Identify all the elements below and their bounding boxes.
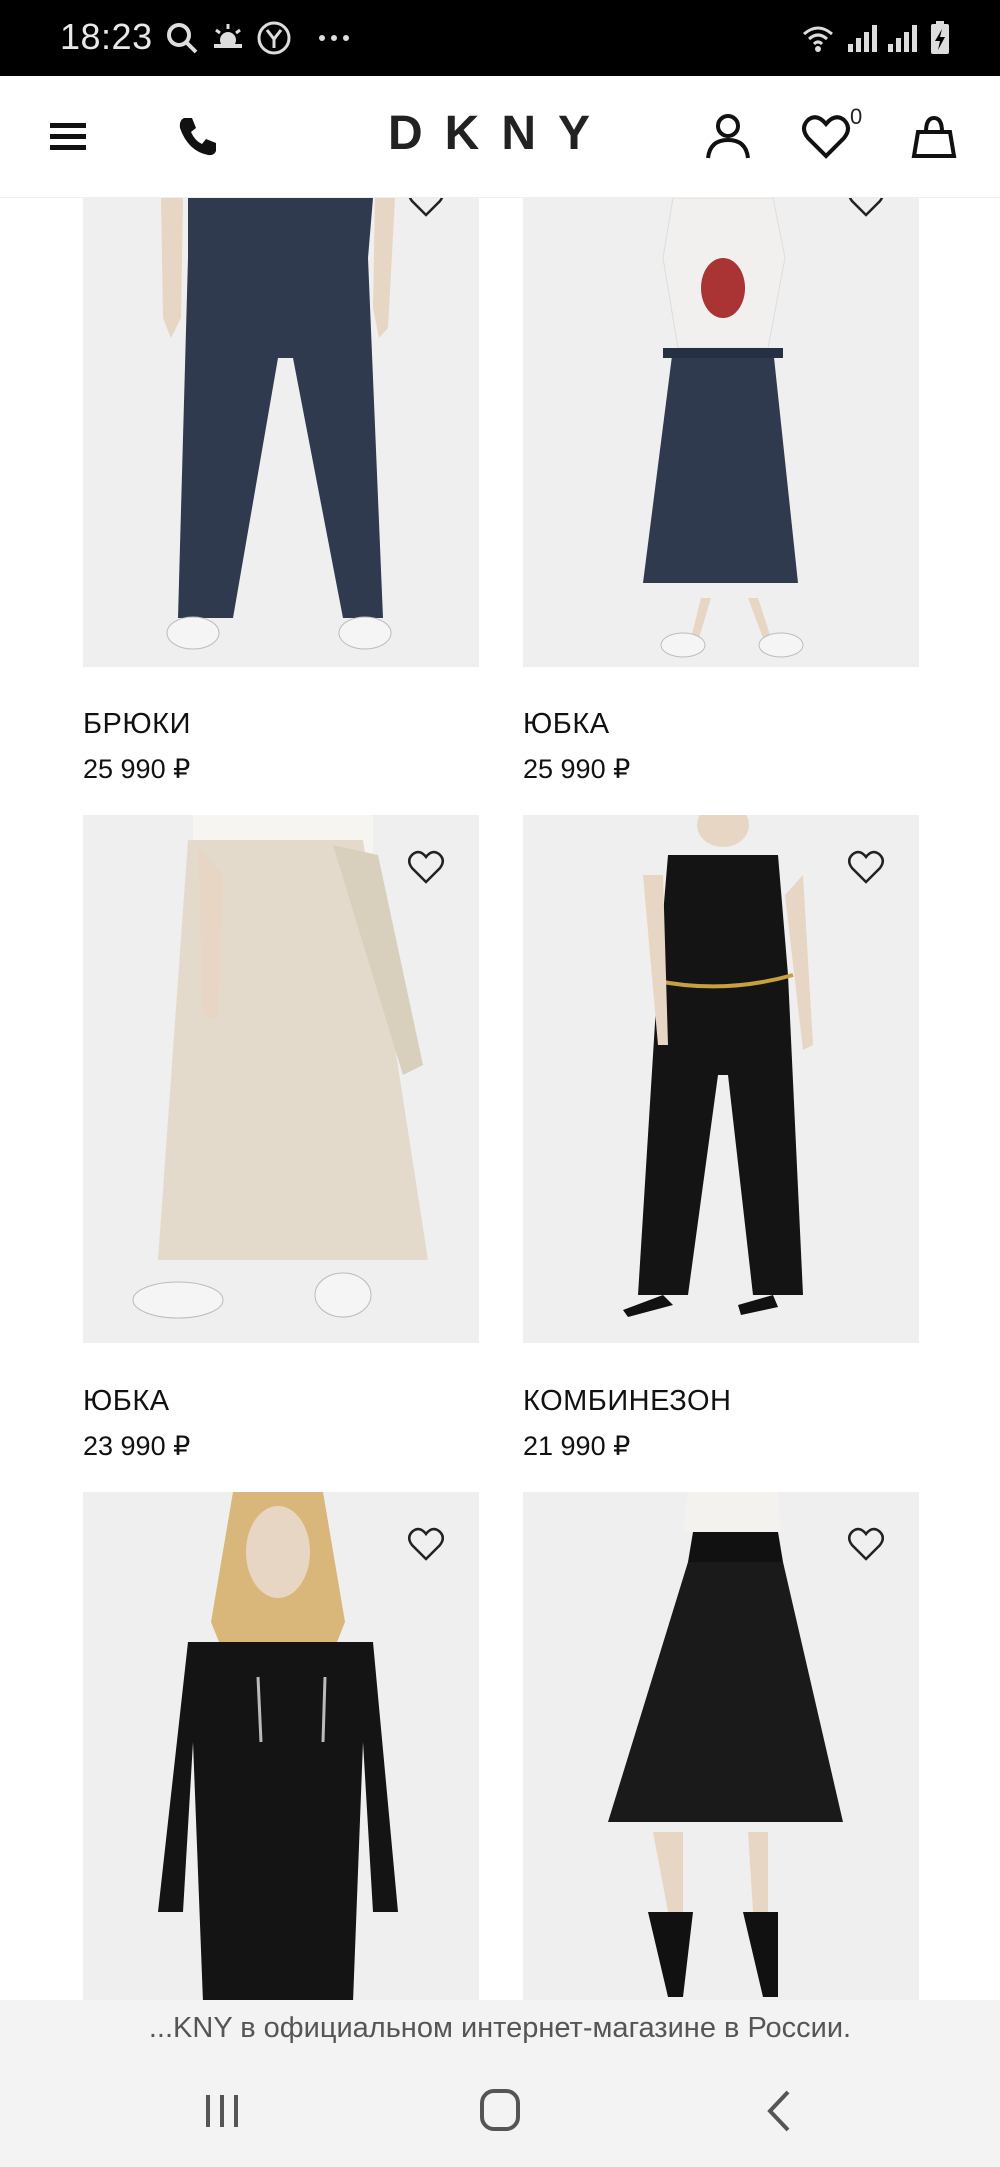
product-price: 25 990 ₽	[83, 754, 191, 784]
back-icon[interactable]	[750, 2086, 810, 2136]
product-name[interactable]: ЮБКА	[83, 1385, 170, 1418]
product-image[interactable]	[523, 1492, 919, 2000]
product-image[interactable]	[83, 815, 479, 1343]
product-price: 23 990 ₽	[83, 1431, 191, 1461]
product-name[interactable]: БРЮКИ	[83, 708, 191, 741]
status-time: 18:23	[60, 16, 153, 57]
home-icon[interactable]	[470, 2086, 530, 2136]
signal-icon-2	[884, 20, 920, 56]
menu-icon[interactable]	[38, 106, 98, 166]
weather-icon	[210, 20, 246, 56]
product-image[interactable]	[523, 815, 919, 1343]
favorite-heart-icon[interactable]	[407, 849, 445, 885]
product-price: 21 990 ₽	[523, 1431, 631, 1461]
product-name[interactable]: КОМБИНЕЗОН	[523, 1385, 732, 1418]
recent-apps-icon[interactable]	[192, 2086, 252, 2136]
bottom-banner[interactable]: ...KNY в официальном интернет-магазине в…	[0, 2000, 1000, 2056]
site-header: DKNY 0	[0, 76, 1000, 198]
favorite-heart-icon[interactable]	[847, 1526, 885, 1562]
status-bar: 18:23	[0, 0, 1000, 76]
product-image[interactable]	[523, 198, 919, 667]
favorite-heart-icon[interactable]	[847, 198, 885, 218]
product-image[interactable]	[83, 1492, 479, 2000]
product-image[interactable]	[83, 198, 479, 667]
account-icon[interactable]	[698, 106, 758, 166]
favorites-count: 0	[850, 104, 863, 129]
product-grid: БРЮКИ 25 990 ₽ ЮБКА 25 990 ₽ ЮБКА 23 990…	[0, 198, 1000, 2000]
favorites-icon[interactable]	[796, 106, 856, 166]
phone-icon[interactable]	[168, 106, 228, 166]
battery-icon	[922, 20, 958, 56]
favorite-heart-icon[interactable]	[407, 198, 445, 218]
favorite-heart-icon[interactable]	[847, 849, 885, 885]
brand-logo[interactable]: DKNY	[360, 106, 640, 161]
favorite-heart-icon[interactable]	[407, 1526, 445, 1562]
product-price: 25 990 ₽	[523, 754, 631, 784]
cart-icon[interactable]	[904, 106, 964, 166]
system-nav-bar	[0, 2056, 1000, 2167]
wifi-icon	[800, 20, 836, 56]
search-icon	[164, 20, 200, 56]
more-icon	[316, 20, 352, 56]
yandex-icon	[256, 20, 292, 56]
signal-icon	[844, 20, 880, 56]
product-name[interactable]: ЮБКА	[523, 708, 610, 741]
